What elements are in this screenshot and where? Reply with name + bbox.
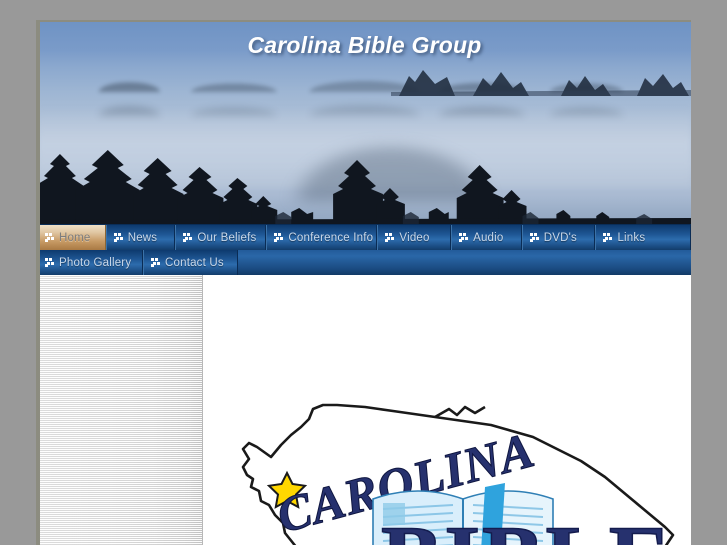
- sidebar: [38, 275, 203, 545]
- nav-item-label: Audio: [473, 231, 504, 244]
- main-navigation: Home News Our Beliefs Conference Info Vi…: [38, 224, 691, 275]
- nav-item-label: Conference Info: [288, 231, 374, 244]
- main-content: CAROLINA: [203, 275, 691, 545]
- nav-item-label: Video: [399, 231, 430, 244]
- nav-item-home[interactable]: Home: [38, 225, 106, 250]
- banner-treeline-icon: [38, 150, 691, 224]
- squares-cluster-icon: [113, 233, 123, 242]
- nav-item-links[interactable]: Links: [595, 225, 691, 250]
- squares-cluster-icon: [603, 233, 613, 242]
- nav-item-label: Photo Gallery: [59, 256, 132, 269]
- squares-cluster-icon: [151, 258, 160, 267]
- nav-item-our-beliefs[interactable]: Our Beliefs: [175, 225, 267, 250]
- nav-item-conference-info[interactable]: Conference Info: [266, 225, 378, 250]
- carolina-bible-group-logo: CAROLINA: [213, 383, 683, 545]
- nav-item-audio[interactable]: Audio: [451, 225, 522, 250]
- nav-item-news[interactable]: News: [105, 225, 176, 250]
- nav-item-label: Our Beliefs: [197, 231, 257, 244]
- squares-cluster-icon: [183, 233, 193, 242]
- nav-item-photo-gallery[interactable]: Photo Gallery: [38, 250, 143, 275]
- nav-item-label: Links: [617, 231, 646, 244]
- squares-cluster-icon: [529, 233, 539, 242]
- nav-item-label: Contact Us: [165, 256, 224, 269]
- frame-left-edge: [38, 22, 40, 545]
- nav-item-label: Home: [59, 231, 91, 244]
- page-title: Carolina Bible Group: [247, 32, 482, 58]
- nav-item-video[interactable]: Video: [377, 225, 452, 250]
- nav-row-primary: Home News Our Beliefs Conference Info Vi…: [38, 225, 691, 250]
- squares-cluster-icon: [459, 233, 469, 242]
- logo-illustration-icon: CAROLINA: [241, 403, 675, 545]
- site-page-frame: Carolina Bible Group Home News Our Belie…: [36, 20, 691, 545]
- nav-item-contact-us[interactable]: Contact Us: [143, 250, 238, 275]
- nav-item-dvds[interactable]: DVD's: [521, 225, 596, 250]
- squares-cluster-icon: [45, 258, 54, 267]
- content-area: CAROLINA: [38, 275, 691, 545]
- squares-cluster-icon: [274, 233, 284, 242]
- squares-cluster-icon: [385, 233, 395, 242]
- logo-main-text: BIBLE: [381, 507, 672, 545]
- nav-item-label: DVD's: [543, 231, 577, 244]
- site-banner: Carolina Bible Group: [38, 22, 691, 224]
- nav-row-filler: [238, 250, 691, 275]
- nav-item-label: News: [127, 231, 158, 244]
- squares-cluster-icon: [45, 233, 54, 242]
- nav-row-secondary: Photo Gallery Contact Us: [38, 250, 691, 275]
- banner-distant-peaks-icon: [391, 70, 691, 96]
